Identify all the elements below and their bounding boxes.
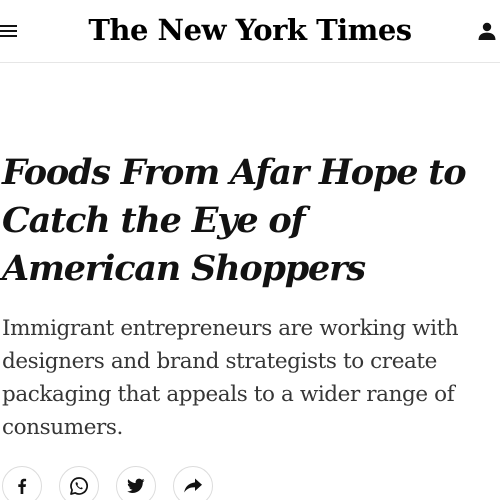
share-facebook-button[interactable] <box>2 466 42 500</box>
share-toolbar <box>2 466 213 500</box>
user-account-icon[interactable] <box>476 20 498 42</box>
masthead-logo[interactable]: The New York Times <box>0 12 500 48</box>
share-whatsapp-button[interactable] <box>59 466 99 500</box>
share-arrow-icon <box>184 478 202 493</box>
twitter-icon <box>127 478 145 493</box>
article-summary: Immigrant entrepreneurs are working with… <box>2 316 459 440</box>
top-navigation-bar: The New York Times <box>0 0 500 63</box>
facebook-icon <box>18 478 27 494</box>
share-more-button[interactable] <box>173 466 213 500</box>
share-twitter-button[interactable] <box>116 466 156 500</box>
article-headline: Foods From Afar Hope to Catch the Eye of… <box>2 152 467 289</box>
whatsapp-icon <box>70 477 88 495</box>
